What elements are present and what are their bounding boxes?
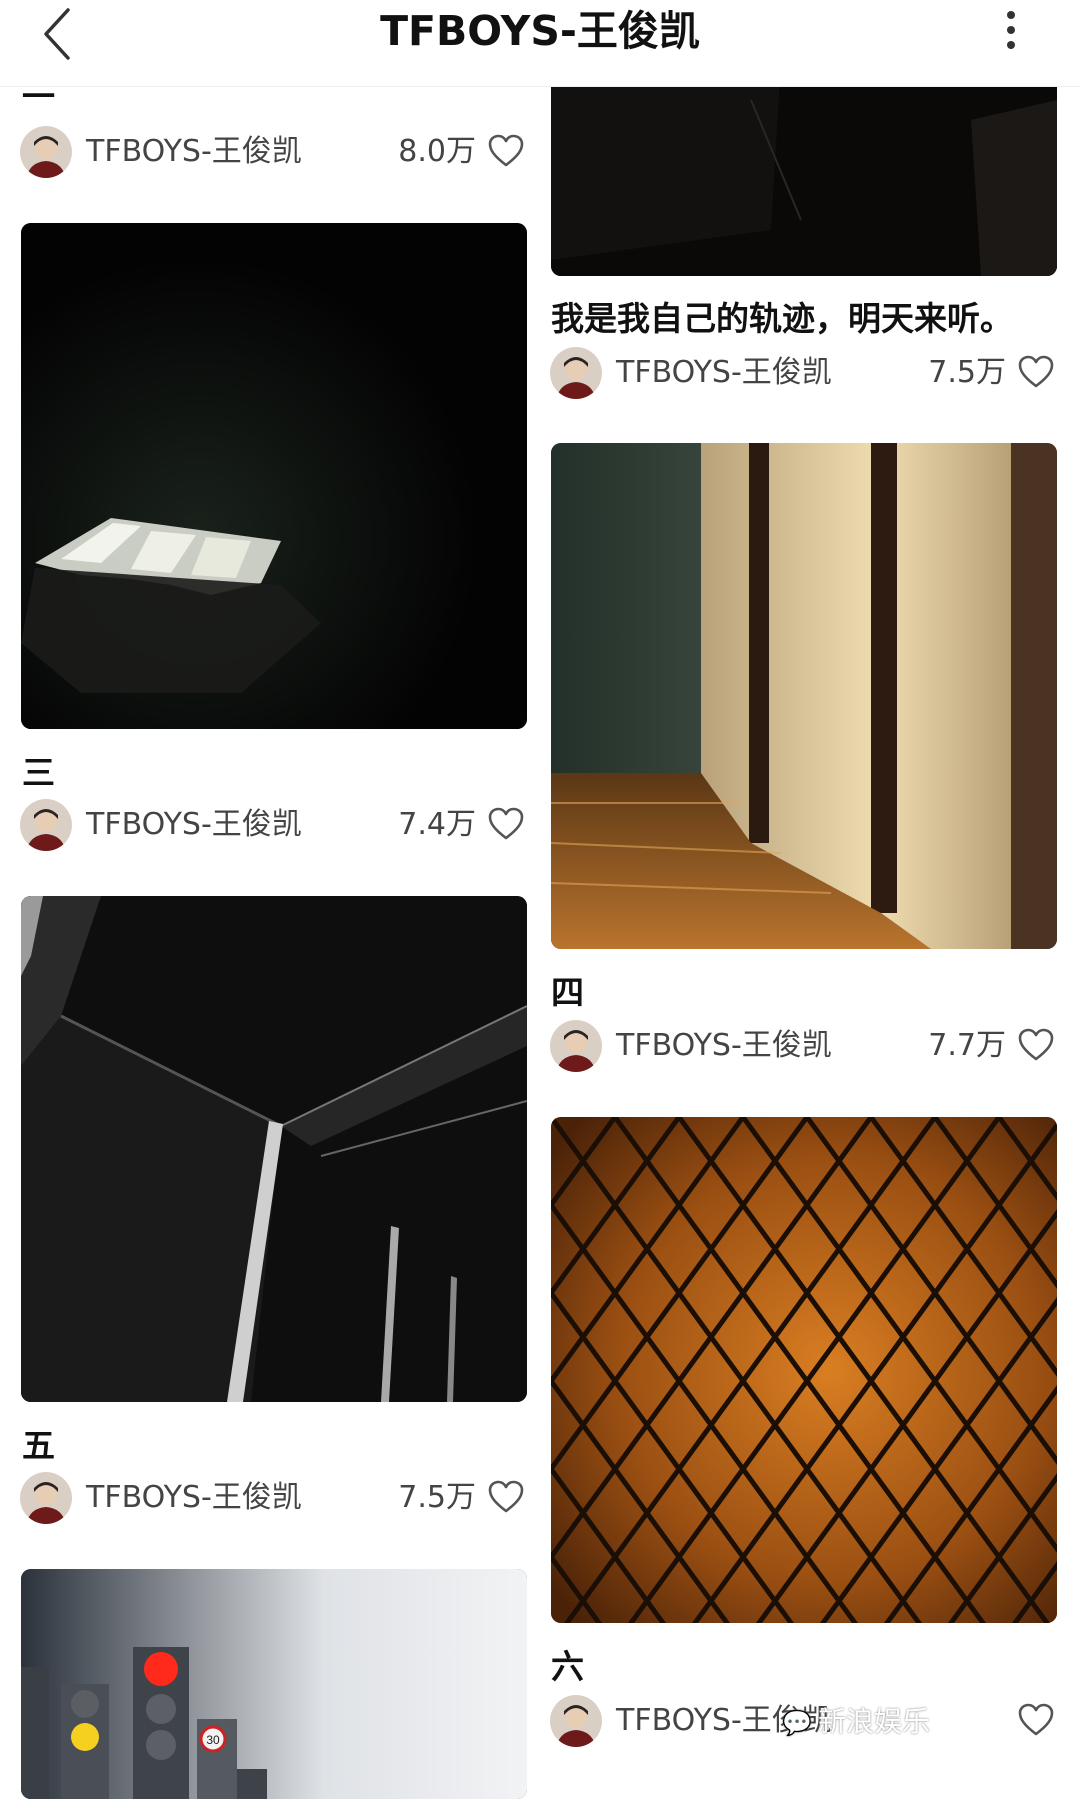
like-count: 7.7万 — [928, 1028, 1006, 1063]
post-meta: TFBOYS-王俊凯 7.4万 — [20, 799, 526, 853]
svg-text:30: 30 — [206, 1733, 220, 1747]
wechat-logo-icon: 💬 — [782, 1709, 812, 1737]
post-caption: 五 — [22, 1426, 55, 1465]
post-image[interactable] — [551, 60, 1057, 276]
avatar[interactable] — [20, 1472, 72, 1524]
post-meta: TFBOYS-王俊凯 7.5万 — [20, 1472, 526, 1526]
avatar[interactable] — [20, 126, 72, 178]
post-image[interactable]: 30 — [21, 1569, 527, 1799]
like-count: 7.4万 — [398, 807, 476, 842]
top-bar: TFBOYS-王俊凯 — [0, 0, 1080, 86]
author-name[interactable]: TFBOYS-王俊凯 — [616, 351, 832, 395]
heart-outline-icon[interactable] — [488, 134, 524, 168]
like-count: 8.0万 — [398, 134, 476, 169]
post-caption: 四 — [551, 973, 584, 1012]
avatar[interactable] — [20, 799, 72, 851]
avatar[interactable] — [550, 1020, 602, 1072]
author-name[interactable]: TFBOYS-王俊凯 — [86, 803, 302, 847]
page-title: TFBOYS-王俊凯 — [380, 7, 700, 55]
post-meta: TFBOYS-王俊凯 7.5万 — [550, 347, 1056, 401]
post-caption: 六 — [551, 1647, 584, 1686]
like-count: 7.5万 — [928, 355, 1006, 390]
heart-outline-icon[interactable] — [488, 1480, 524, 1514]
heart-outline-icon[interactable] — [1018, 1028, 1054, 1062]
post-image[interactable] — [551, 1117, 1057, 1623]
author-name[interactable]: TFBOYS-王俊凯 — [86, 130, 302, 174]
post-caption: 三 — [22, 753, 55, 792]
watermark: 💬 新浪娱乐 — [782, 1700, 930, 1740]
heart-outline-icon[interactable] — [1018, 355, 1054, 389]
post-image[interactable] — [21, 896, 527, 1402]
watermark-text: 新浪娱乐 — [817, 1705, 930, 1738]
heart-outline-icon[interactable] — [1018, 1703, 1054, 1737]
post-image[interactable] — [551, 443, 1057, 949]
post-meta: TFBOYS-王俊凯 7.7万 — [550, 1020, 1056, 1074]
avatar[interactable] — [550, 347, 602, 399]
author-name[interactable]: TFBOYS-王俊凯 — [616, 1024, 832, 1068]
avatar[interactable] — [550, 1695, 602, 1747]
author-name[interactable]: TFBOYS-王俊凯 — [86, 1476, 302, 1520]
post-caption: 我是我自己的轨迹，明天来听。 — [551, 299, 1013, 338]
more-vertical-icon[interactable] — [1004, 10, 1018, 50]
post-meta: TFBOYS-王俊凯 8.0万 — [20, 126, 526, 180]
post-image[interactable] — [21, 223, 527, 729]
like-count: 7.5万 — [398, 1480, 476, 1515]
heart-outline-icon[interactable] — [488, 807, 524, 841]
